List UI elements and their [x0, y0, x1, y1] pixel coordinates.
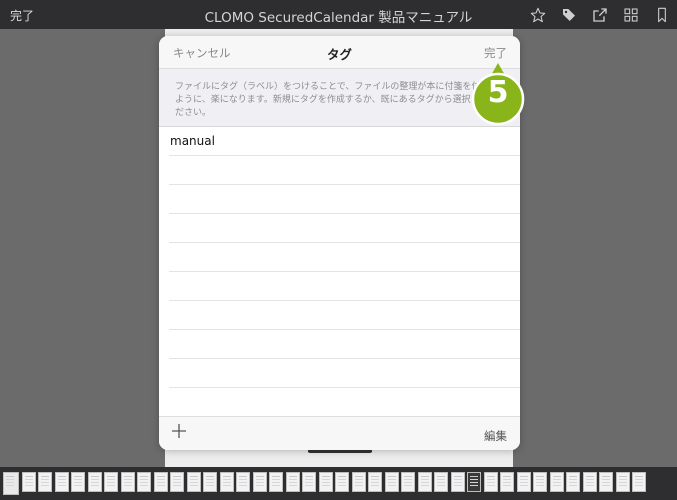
- step-callout: 5: [471, 63, 525, 127]
- page-thumbnail[interactable]: [87, 472, 102, 492]
- empty-row: [169, 272, 520, 301]
- page-thumbnail[interactable]: [71, 472, 85, 492]
- page-thumbnail[interactable]: [203, 472, 217, 492]
- page-thumbnail[interactable]: [21, 472, 36, 492]
- empty-row: [169, 156, 520, 185]
- page-thumbnail[interactable]: [318, 472, 333, 492]
- page-thumbnail[interactable]: [153, 472, 168, 492]
- top-toolbar: 完了 CLOMO SecuredCalendar 製品マニュアル: [0, 0, 677, 29]
- page-thumbnail[interactable]: [599, 472, 613, 492]
- dialog-done-button[interactable]: 完了: [484, 45, 507, 61]
- toolbar-icons: [518, 4, 673, 25]
- empty-row: [169, 243, 520, 272]
- page-thumbnail[interactable]: [450, 472, 465, 492]
- share-icon[interactable]: [588, 4, 611, 25]
- empty-row: [169, 301, 520, 330]
- empty-row: [169, 388, 520, 417]
- page-thumbnail[interactable]: [285, 472, 300, 492]
- page-thumbnail[interactable]: [384, 472, 399, 492]
- page-thumbnail[interactable]: [302, 472, 316, 492]
- add-tag-icon[interactable]: [171, 423, 187, 439]
- page-thumbnail[interactable]: [104, 472, 118, 492]
- page-thumbnail[interactable]: [401, 472, 415, 492]
- page-thumbnail[interactable]: [120, 472, 135, 492]
- page-thumbnail[interactable]: [3, 472, 19, 495]
- step-number: 5: [487, 75, 509, 110]
- page-thumbnail[interactable]: [219, 472, 234, 492]
- tag-label: manual: [170, 134, 215, 148]
- bookmark-icon[interactable]: [650, 4, 673, 25]
- page-thumbnail[interactable]: [582, 472, 597, 492]
- empty-row: [169, 330, 520, 359]
- tag-dialog: キャンセル タグ 完了 ファイルにタグ（ラベル）をつけることで、ファイルの整理が…: [159, 36, 520, 450]
- edit-button[interactable]: 編集: [484, 428, 507, 444]
- grid-icon[interactable]: [619, 4, 642, 25]
- tag-description: ファイルにタグ（ラベル）をつけることで、ファイルの整理が本に付箋を付けるように、…: [159, 69, 520, 127]
- page-thumbnail[interactable]: [533, 472, 547, 492]
- page-thumbnail[interactable]: [434, 472, 448, 492]
- page-thumbnail[interactable]: [170, 472, 184, 492]
- tag-icon[interactable]: [557, 4, 580, 25]
- page-thumbnail[interactable]: [549, 472, 564, 492]
- page-thumbnail[interactable]: [269, 472, 283, 492]
- dialog-footer: 編集: [159, 416, 520, 450]
- empty-row: [169, 359, 520, 388]
- page-thumbnail[interactable]: [566, 472, 580, 492]
- page-thumbnail[interactable]: [236, 472, 250, 492]
- empty-row: [169, 185, 520, 214]
- dialog-title: タグ: [326, 47, 352, 62]
- page-thumbnail[interactable]: [516, 472, 531, 492]
- thumbnail-list: [3, 472, 649, 495]
- page-thumbnail[interactable]: [38, 472, 52, 492]
- tag-row[interactable]: manual: [169, 127, 520, 156]
- page-thumbnail[interactable]: [632, 472, 646, 492]
- page-thumbnail[interactable]: [252, 472, 267, 492]
- star-icon[interactable]: [526, 4, 549, 25]
- page-thumbnail[interactable]: [483, 472, 498, 492]
- page-thumbnail[interactable]: [186, 472, 201, 492]
- page-thumbnail-current[interactable]: [467, 472, 481, 492]
- page-thumbnail[interactable]: [615, 472, 630, 492]
- page-thumbnail[interactable]: [368, 472, 382, 492]
- empty-row: [169, 214, 520, 243]
- page-thumbnail[interactable]: [54, 472, 69, 492]
- page-thumbnail[interactable]: [500, 472, 514, 492]
- page-thumbnail[interactable]: [335, 472, 349, 492]
- page-thumbnail[interactable]: [137, 472, 151, 492]
- dialog-header: キャンセル タグ 完了: [159, 36, 520, 69]
- page-thumbnail-strip[interactable]: [0, 467, 677, 500]
- page-thumbnail[interactable]: [351, 472, 366, 492]
- page-thumbnail[interactable]: [417, 472, 432, 492]
- tag-list: manual: [159, 127, 520, 416]
